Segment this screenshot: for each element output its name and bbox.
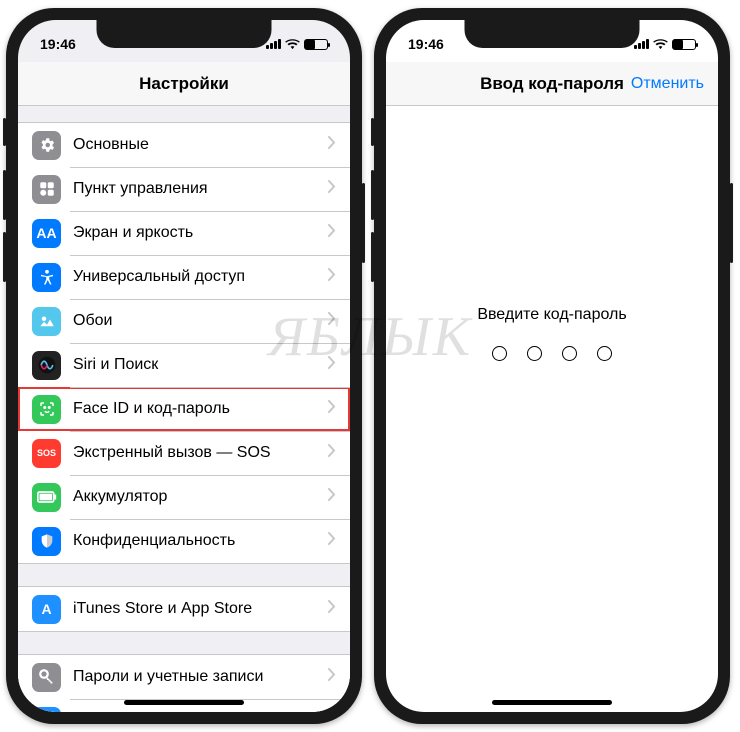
settings-list[interactable]: Основные Пункт управления AA Экран и яркост… (18, 106, 350, 712)
settings-row-wallpaper[interactable]: Обои (18, 299, 350, 343)
cellular-icon (266, 39, 281, 49)
chevron-right-icon (328, 400, 336, 418)
passcode-dot (562, 346, 577, 361)
siri-icon (32, 351, 61, 380)
row-label: Пароли и учетные записи (73, 668, 328, 686)
passcode-prompt: Введите код-пароль (386, 306, 718, 324)
settings-row-passwords[interactable]: Пароли и учетные записи (18, 655, 350, 699)
settings-row-sos[interactable]: SOS Экстренный вызов — SOS (18, 431, 350, 475)
wallpaper-icon (32, 307, 61, 336)
row-label: Обои (73, 312, 328, 330)
home-indicator[interactable] (124, 700, 244, 705)
mail-icon: ✉ (32, 707, 61, 713)
settings-row-accessibility[interactable]: Универсальный доступ (18, 255, 350, 299)
passcode-dot (597, 346, 612, 361)
privacy-icon (32, 527, 61, 556)
settings-row-battery[interactable]: Аккумулятор (18, 475, 350, 519)
wifi-icon (285, 39, 300, 50)
status-time: 19:46 (40, 36, 76, 52)
home-indicator[interactable] (492, 700, 612, 705)
cellular-icon (634, 39, 649, 49)
row-label: Экстренный вызов — SOS (73, 444, 328, 462)
settings-row-faceid[interactable]: Face ID и код-пароль (18, 387, 350, 431)
navbar-settings: Настройки (18, 62, 350, 106)
sos-icon: SOS (32, 439, 61, 468)
battery-icon (672, 39, 696, 50)
row-label: Экран и яркость (73, 224, 328, 242)
chevron-right-icon (328, 268, 336, 286)
display-icon: AA (32, 219, 61, 248)
passcode-dots (386, 346, 718, 361)
chevron-right-icon (328, 136, 336, 154)
status-time: 19:46 (408, 36, 444, 52)
chevron-right-icon (328, 224, 336, 242)
settings-row-appstore[interactable]: AiTunes Store и App Store (18, 587, 350, 631)
settings-row-display[interactable]: AA Экран и яркость (18, 211, 350, 255)
passcode-entry: Введите код-пароль (386, 106, 718, 361)
navbar-passcode: Ввод код-пароля Отменить (386, 62, 718, 106)
row-label: Конфиденциальность (73, 532, 328, 550)
row-label: Siri и Поиск (73, 356, 328, 374)
row-label: iTunes Store и App Store (73, 600, 328, 618)
notch (97, 20, 272, 48)
passcode-dot (527, 346, 542, 361)
phone-right: 19:46 Ввод код-пароля Отменить Введите к… (374, 8, 730, 724)
battery-icon (304, 39, 328, 50)
row-label: Основные (73, 136, 328, 154)
chevron-right-icon (328, 668, 336, 686)
faceid-icon (32, 395, 61, 424)
settings-row-privacy[interactable]: Конфиденциальность (18, 519, 350, 563)
notch (465, 20, 640, 48)
control-center-icon (32, 175, 61, 204)
chevron-right-icon (328, 488, 336, 506)
chevron-right-icon (328, 532, 336, 550)
row-label: Пункт управления (73, 180, 328, 198)
chevron-right-icon (328, 180, 336, 198)
passcode-dot (492, 346, 507, 361)
page-title: Ввод код-пароля (480, 74, 624, 94)
row-label: Универсальный доступ (73, 268, 328, 286)
row-label: Аккумулятор (73, 488, 328, 506)
phone-left: 19:46 Настройки Основные Пункт управления… (6, 8, 362, 724)
appstore-icon: A (32, 595, 61, 624)
battery-icon (32, 483, 61, 512)
chevron-right-icon (328, 600, 336, 618)
page-title: Настройки (139, 74, 229, 94)
cancel-button[interactable]: Отменить (631, 75, 704, 93)
accessibility-icon (32, 263, 61, 292)
passwords-icon (32, 663, 61, 692)
row-label: Face ID и код-пароль (73, 400, 328, 418)
settings-row-siri[interactable]: Siri и Поиск (18, 343, 350, 387)
chevron-right-icon (328, 312, 336, 330)
wifi-icon (653, 39, 668, 50)
settings-row-general[interactable]: Основные (18, 123, 350, 167)
settings-row-control-center[interactable]: Пункт управления (18, 167, 350, 211)
chevron-right-icon (328, 356, 336, 374)
chevron-right-icon (328, 444, 336, 462)
general-icon (32, 131, 61, 160)
